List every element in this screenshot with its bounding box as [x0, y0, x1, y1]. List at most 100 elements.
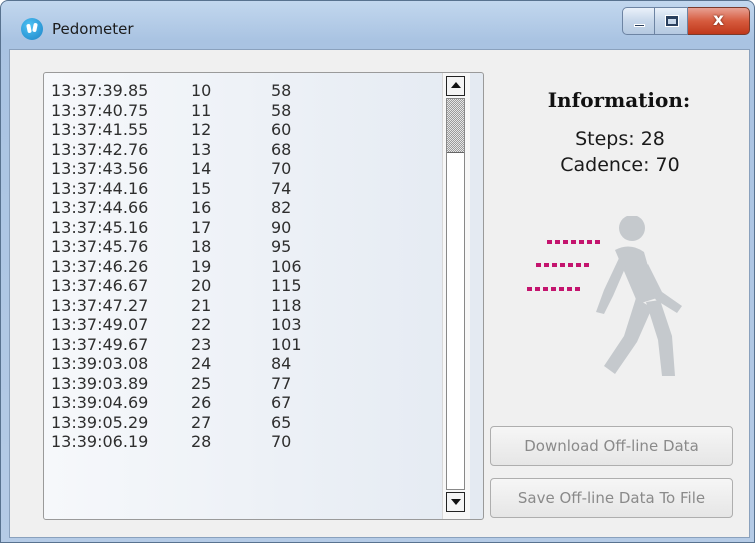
row-value: 95 [271, 237, 292, 256]
row-step: 28 [191, 432, 212, 451]
row-time: 13:37:41.55 [51, 120, 149, 139]
row-step: 17 [191, 217, 212, 237]
save-offline-data-button[interactable]: Save Off-line Data To File [490, 478, 733, 518]
row-value: 65 [271, 412, 292, 432]
list-item[interactable]: 13:37:44.16 15 74 [51, 179, 446, 199]
list-item[interactable]: 13:39:05.29 27 65 [51, 413, 446, 433]
list-item[interactable]: 13:37:42.76 13 68 [51, 140, 446, 160]
row-time: 13:37:44.16 [51, 178, 149, 198]
row-step: 23 [191, 334, 212, 354]
row-step: 21 [191, 295, 212, 315]
row-time: 13:39:06.19 [51, 432, 149, 451]
steps-readout: Steps: 28 [575, 128, 665, 150]
scroll-track[interactable] [446, 98, 465, 490]
list-item[interactable]: 13:37:46.67 20 115 [51, 276, 446, 296]
row-step: 12 [191, 120, 212, 139]
row-time: 13:37:43.56 [51, 159, 149, 178]
row-value: 67 [271, 393, 292, 412]
row-step: 24 [191, 354, 212, 373]
minimize-icon [634, 24, 645, 27]
row-step: 27 [191, 412, 212, 432]
row-time: 13:37:46.67 [51, 276, 149, 295]
row-time: 13:37:45.16 [51, 217, 149, 237]
arrow-up-icon [451, 82, 461, 88]
list-item[interactable]: 13:37:45.16 17 90 [51, 218, 446, 238]
row-value: 60 [271, 120, 292, 139]
row-step: 25 [191, 373, 212, 393]
cadence-readout: Cadence: 70 [560, 154, 680, 176]
information-heading: Information: [547, 88, 691, 112]
pedometer-window: Pedometer x 13:37:39.85 10 58 13:37:40.75 11… [0, 0, 755, 543]
download-offline-data-button[interactable]: Download Off-line Data [490, 426, 733, 466]
row-value: 82 [271, 198, 292, 217]
pedometer-app-icon [21, 18, 43, 40]
row-value: 58 [271, 81, 292, 100]
list-item[interactable]: 13:37:41.55 12 60 [51, 120, 446, 140]
list-item[interactable]: 13:37:47.27 21 118 [51, 296, 446, 316]
close-button[interactable]: x [688, 7, 750, 35]
row-value: 118 [271, 295, 302, 315]
row-time: 13:37:44.66 [51, 198, 149, 217]
list-item[interactable]: 13:39:03.08 24 84 [51, 354, 446, 374]
row-value: 58 [271, 100, 292, 120]
row-value: 70 [271, 159, 292, 178]
list-item[interactable]: 13:37:40.75 11 58 [51, 101, 446, 121]
list-item[interactable]: 13:39:06.19 28 70 [51, 432, 446, 452]
row-step: 10 [191, 81, 212, 100]
row-value: 106 [271, 256, 302, 276]
row-time: 13:37:49.67 [51, 334, 149, 354]
list-item[interactable]: 13:37:46.26 19 106 [51, 257, 446, 277]
row-time: 13:39:04.69 [51, 393, 149, 412]
row-step: 14 [191, 159, 212, 178]
row-step: 15 [191, 178, 212, 198]
row-time: 13:39:03.89 [51, 373, 149, 393]
scroll-up-button[interactable] [446, 76, 465, 96]
list-item[interactable]: 13:37:49.67 23 101 [51, 335, 446, 355]
row-time: 13:37:40.75 [51, 100, 149, 120]
scroll-down-button[interactable] [446, 492, 465, 512]
list-item[interactable]: 13:37:49.07 22 103 [51, 315, 446, 335]
row-time: 13:37:42.76 [51, 139, 149, 159]
window-title: Pedometer [52, 20, 134, 38]
row-step: 16 [191, 198, 212, 217]
vertical-scrollbar[interactable] [442, 73, 470, 519]
maximize-icon [666, 16, 678, 26]
row-value: 115 [271, 276, 302, 295]
title-bar[interactable]: Pedometer x [1, 1, 754, 49]
list-item[interactable]: 13:39:03.89 25 77 [51, 374, 446, 394]
list-item[interactable]: 13:37:45.76 18 95 [51, 237, 446, 257]
list-item[interactable]: 13:39:04.69 26 67 [51, 393, 446, 413]
row-time: 13:37:45.76 [51, 237, 149, 256]
window-controls: x [622, 7, 750, 35]
row-time: 13:39:05.29 [51, 412, 149, 432]
row-value: 84 [271, 354, 292, 373]
row-step: 13 [191, 139, 212, 159]
row-time: 13:37:49.07 [51, 315, 149, 334]
list-item[interactable]: 13:37:43.56 14 70 [51, 159, 446, 179]
minimize-button[interactable] [622, 7, 655, 35]
row-value: 103 [271, 315, 302, 334]
row-value: 77 [271, 373, 292, 393]
row-value: 70 [271, 432, 292, 451]
walking-person-icon [527, 216, 682, 376]
motion-lines [527, 240, 600, 291]
arrow-down-icon [451, 499, 461, 505]
list-item[interactable]: 13:37:39.85 10 58 [51, 81, 446, 101]
list-item[interactable]: 13:37:44.66 16 82 [51, 198, 446, 218]
row-value: 90 [271, 217, 292, 237]
close-icon: x [713, 10, 724, 30]
step-log-rows: 13:37:39.85 10 58 13:37:40.75 11 58 13:37:41.5… [51, 81, 446, 452]
row-time: 13:37:47.27 [51, 295, 149, 315]
row-time: 13:37:39.85 [51, 81, 149, 100]
row-step: 20 [191, 276, 212, 295]
maximize-button[interactable] [655, 7, 688, 35]
client-area: 13:37:39.85 10 58 13:37:40.75 11 58 13:37:41.5… [9, 49, 750, 538]
scroll-thumb[interactable] [447, 99, 464, 153]
row-value: 74 [271, 178, 292, 198]
row-time: 13:39:03.08 [51, 354, 149, 373]
row-step: 11 [191, 100, 212, 120]
row-value: 101 [271, 334, 302, 354]
step-log-list[interactable]: 13:37:39.85 10 58 13:37:40.75 11 58 13:37:41.5… [43, 72, 484, 520]
row-step: 18 [191, 237, 212, 256]
row-step: 26 [191, 393, 212, 412]
